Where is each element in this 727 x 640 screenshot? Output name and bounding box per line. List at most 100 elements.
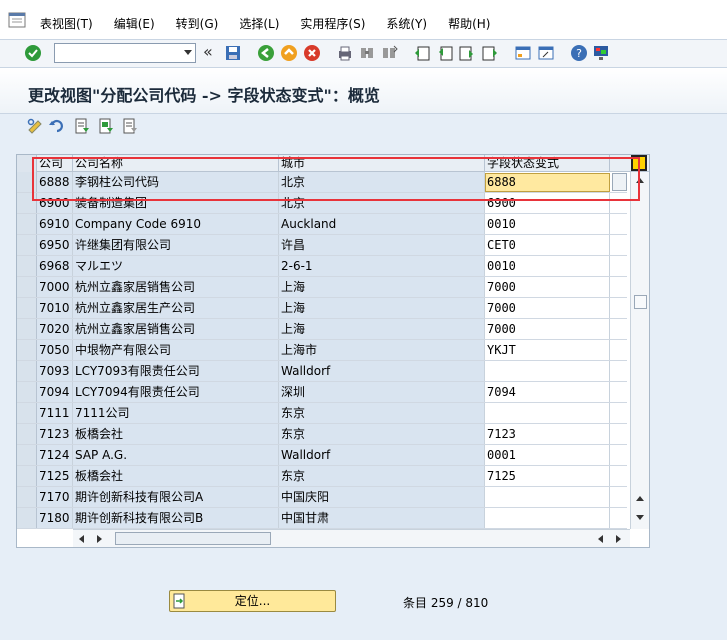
find-icon[interactable] [358, 44, 376, 62]
company-name-cell: 杭州立鑫家居销售公司 [73, 319, 279, 339]
city-cell: Walldorf [279, 445, 485, 465]
field-status-variant-input[interactable]: 6900 [485, 193, 610, 213]
row-selector[interactable] [17, 382, 37, 402]
field-status-variant-input[interactable] [485, 508, 610, 528]
find-next-icon[interactable] [380, 44, 398, 62]
company-name-cell: 杭州立鑫家居生产公司 [73, 298, 279, 318]
row-selector[interactable] [17, 361, 37, 381]
row-selector[interactable] [17, 319, 37, 339]
row-selector[interactable] [17, 424, 37, 444]
field-status-variant-input[interactable]: 7094 [485, 382, 610, 402]
company-name-cell: 7111公司 [73, 403, 279, 423]
field-status-variant-input[interactable]: 7000 [485, 319, 610, 339]
row-selector[interactable] [17, 340, 37, 360]
row-selector[interactable] [17, 445, 37, 465]
next-page-icon[interactable] [458, 44, 476, 62]
company-code-cell: 6968 [37, 256, 73, 276]
scroll-down-arrow-icon[interactable] [636, 496, 644, 501]
chevron-down-icon[interactable] [184, 50, 192, 55]
row-selector[interactable] [17, 172, 37, 192]
column-settings-icon[interactable] [631, 155, 647, 171]
display-change-icon[interactable] [26, 117, 44, 135]
deselect-all-icon[interactable] [121, 117, 139, 135]
row-selector[interactable] [17, 256, 37, 276]
field-status-variant-input[interactable] [485, 403, 610, 423]
select-block-icon[interactable] [97, 117, 115, 135]
scroll-left-arrow-icon[interactable] [598, 535, 603, 543]
last-page-icon[interactable] [481, 44, 499, 62]
customize-layout-icon[interactable] [592, 44, 610, 62]
column-header-city[interactable]: 城市 [279, 155, 485, 172]
field-status-variant-input[interactable]: 7000 [485, 277, 610, 297]
back-icon[interactable] [257, 44, 275, 62]
field-status-variant-input[interactable]: 6888 [485, 173, 610, 192]
exit-icon[interactable] [280, 44, 298, 62]
select-all-rows-button[interactable] [17, 155, 37, 172]
scroll-up-arrow-icon[interactable] [636, 178, 644, 183]
save-icon[interactable] [224, 44, 242, 62]
cancel-icon[interactable] [303, 44, 321, 62]
table-row: 7000 杭州立鑫家居销售公司 上海 7000 [17, 277, 627, 298]
vertical-scroll-thumb[interactable] [634, 295, 647, 309]
row-selector[interactable] [17, 487, 37, 507]
company-name-cell: LCY7094有限责任公司 [73, 382, 279, 402]
print-icon[interactable] [336, 44, 354, 62]
check-icon[interactable] [24, 44, 42, 62]
table-row: 7010 杭州立鑫家居生产公司 上海 7000 [17, 298, 627, 319]
field-status-variant-input[interactable]: 7123 [485, 424, 610, 444]
back-double-icon[interactable]: « [203, 44, 221, 62]
row-selector[interactable] [17, 298, 37, 318]
field-status-variant-input[interactable]: YKJT [485, 340, 610, 360]
undo-icon[interactable] [48, 117, 66, 135]
field-status-variant-input[interactable]: 0001 [485, 445, 610, 465]
shortcut-icon[interactable] [537, 44, 555, 62]
table-row: 7093 LCY7093有限责任公司 Walldorf [17, 361, 627, 382]
position-button[interactable]: 定位... [169, 590, 336, 612]
company-code-cell: 7093 [37, 361, 73, 381]
row-selector[interactable] [17, 214, 37, 234]
scroll-first-arrow-icon[interactable] [79, 535, 84, 543]
new-session-icon[interactable] [514, 44, 532, 62]
prev-page-icon[interactable] [436, 44, 454, 62]
row-selector[interactable] [17, 508, 37, 528]
value-help-icon[interactable] [612, 173, 627, 191]
menu-help[interactable]: 帮助(H) [448, 15, 490, 32]
field-status-variant-input[interactable]: 7000 [485, 298, 610, 318]
menu-goto[interactable]: 转到(G) [176, 15, 219, 32]
select-all-icon[interactable] [73, 117, 91, 135]
menu-table-view[interactable]: 表视图(T) [40, 15, 93, 32]
menu-selection[interactable]: 选择(L) [239, 15, 279, 32]
field-status-variant-input[interactable] [485, 487, 610, 507]
scroll-last-arrow-icon[interactable] [616, 535, 621, 543]
horizontal-scroll-thumb[interactable] [115, 532, 271, 545]
field-status-variant-input[interactable]: 0010 [485, 256, 610, 276]
help-icon[interactable]: ? [570, 44, 588, 62]
field-status-variant-input[interactable] [485, 361, 610, 381]
field-status-variant-input[interactable]: CET0 [485, 235, 610, 255]
table-row: 6968 マルエツ 2-6-1 0010 [17, 256, 627, 277]
company-name-cell: 杭州立鑫家居销售公司 [73, 277, 279, 297]
column-header-field-status-variant[interactable]: 字段状态变式 [485, 155, 610, 172]
row-selector[interactable] [17, 193, 37, 213]
field-status-variant-input[interactable]: 7125 [485, 466, 610, 486]
row-selector[interactable] [17, 466, 37, 486]
company-code-cell: 6900 [37, 193, 73, 213]
field-status-variant-input[interactable]: 0010 [485, 214, 610, 234]
scroll-down-arrow-icon[interactable] [636, 515, 644, 520]
first-page-icon[interactable] [413, 44, 431, 62]
horizontal-scrollbar[interactable] [73, 529, 630, 547]
row-selector[interactable] [17, 235, 37, 255]
standard-toolbar: « ? [0, 40, 727, 68]
row-selector[interactable] [17, 277, 37, 297]
menu-utilities[interactable]: 实用程序(S) [300, 15, 365, 32]
column-header-company-name[interactable]: 公司名称 [73, 155, 279, 172]
command-field[interactable] [54, 43, 196, 63]
company-name-cell: SAP A.G. [73, 445, 279, 465]
vertical-scrollbar[interactable] [630, 172, 649, 529]
menu-edit[interactable]: 编辑(E) [114, 15, 155, 32]
row-selector[interactable] [17, 403, 37, 423]
scroll-right-arrow-icon[interactable] [97, 535, 102, 543]
menu-system[interactable]: 系统(Y) [386, 15, 427, 32]
column-header-company[interactable]: 公司 [37, 155, 73, 172]
sap-menu-icon[interactable] [6, 9, 28, 31]
